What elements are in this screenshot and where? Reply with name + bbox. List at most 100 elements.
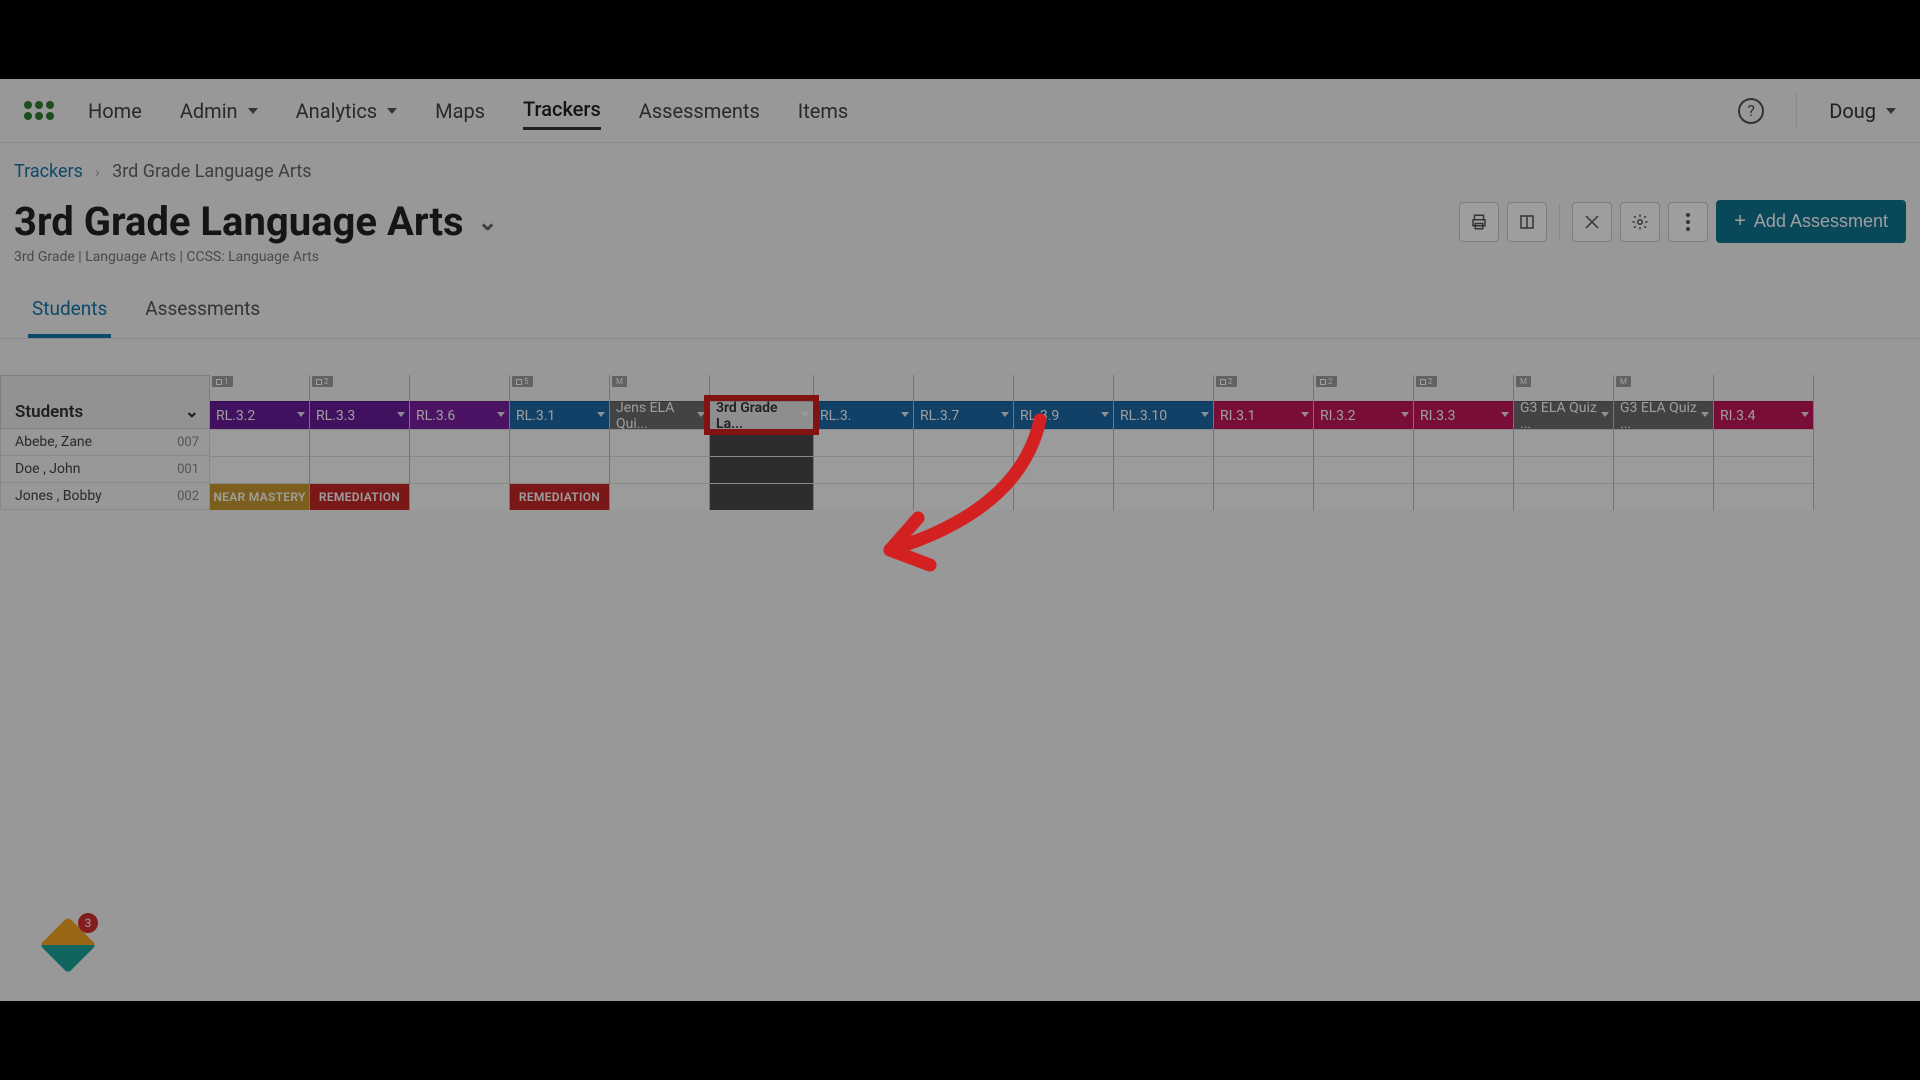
column-header[interactable]: G3 ELA Quiz ... bbox=[1614, 401, 1713, 429]
grid-cell[interactable] bbox=[1514, 456, 1613, 483]
grid-cell[interactable] bbox=[1714, 483, 1813, 510]
grid-cell[interactable] bbox=[310, 429, 409, 456]
column-header[interactable]: RL.3. bbox=[814, 401, 913, 429]
dropdown-icon bbox=[1301, 412, 1309, 417]
notifications-widget[interactable]: 3 bbox=[40, 915, 96, 971]
grid-cell[interactable] bbox=[710, 456, 813, 483]
grid-cell[interactable] bbox=[1714, 456, 1813, 483]
tab-assessments[interactable]: Assessments bbox=[141, 287, 264, 338]
grid-cell[interactable] bbox=[610, 429, 709, 456]
grid-cell[interactable] bbox=[1114, 483, 1213, 510]
grid-cell[interactable] bbox=[1314, 429, 1413, 456]
grid-cell[interactable] bbox=[814, 456, 913, 483]
students-header[interactable]: Students ⌄ bbox=[0, 375, 210, 429]
student-id: 007 bbox=[177, 435, 199, 450]
grid-cell[interactable] bbox=[1214, 483, 1313, 510]
nav-maps[interactable]: Maps bbox=[435, 93, 485, 129]
column-header[interactable]: Jens ELA Qui... bbox=[610, 401, 709, 429]
grid-cell[interactable] bbox=[210, 456, 309, 483]
plus-icon: + bbox=[1734, 210, 1746, 233]
grid-cell[interactable] bbox=[1614, 456, 1713, 483]
grid-cell[interactable] bbox=[1214, 456, 1313, 483]
column-label: RI.3.1 bbox=[1220, 408, 1256, 424]
student-name: Jones , Bobby bbox=[15, 488, 102, 504]
grid-cell[interactable] bbox=[1314, 483, 1413, 510]
grid-cell[interactable] bbox=[1214, 429, 1313, 456]
grid-cell[interactable] bbox=[1714, 429, 1813, 456]
grid-cell[interactable] bbox=[410, 429, 509, 456]
nav-items[interactable]: Items bbox=[798, 93, 848, 129]
grid-cell[interactable] bbox=[410, 483, 509, 510]
grid-cell[interactable] bbox=[814, 483, 913, 510]
column-header[interactable]: RL.3.2 bbox=[210, 401, 309, 429]
column-header[interactable]: RL.3.10 bbox=[1114, 401, 1213, 429]
student-row[interactable]: Jones , Bobby 002 bbox=[0, 483, 210, 510]
user-menu[interactable]: Doug bbox=[1829, 99, 1896, 123]
grid-cell[interactable] bbox=[710, 483, 813, 510]
column-header[interactable]: RI.3.1 bbox=[1214, 401, 1313, 429]
grid-cell[interactable] bbox=[814, 429, 913, 456]
student-row[interactable]: Abebe, Zane 007 bbox=[0, 429, 210, 456]
column-header[interactable]: RL.3.7 bbox=[914, 401, 1013, 429]
breadcrumb-root[interactable]: Trackers bbox=[14, 161, 83, 182]
grid-cell[interactable] bbox=[1014, 456, 1113, 483]
grid-cell[interactable] bbox=[510, 429, 609, 456]
count-badge: 5 bbox=[512, 376, 533, 387]
page-title[interactable]: 3rd Grade Language Arts ⌄ bbox=[14, 198, 498, 245]
grid-cell[interactable] bbox=[210, 429, 309, 456]
column-header[interactable]: RI.3.4 bbox=[1714, 401, 1813, 429]
column-label: G3 ELA Quiz ... bbox=[1520, 400, 1607, 432]
tools-icon[interactable] bbox=[1572, 202, 1612, 242]
grid-cell[interactable] bbox=[914, 483, 1013, 510]
nav-analytics[interactable]: Analytics bbox=[296, 93, 398, 129]
grid-cell[interactable] bbox=[1314, 456, 1413, 483]
column-label: RI.3.2 bbox=[1320, 408, 1356, 424]
grid-cell[interactable] bbox=[610, 483, 709, 510]
grid-cell[interactable] bbox=[914, 429, 1013, 456]
column-header[interactable]: RL.3.6 bbox=[410, 401, 509, 429]
grid-cell[interactable] bbox=[1114, 429, 1213, 456]
grid-cell[interactable] bbox=[914, 456, 1013, 483]
grid-cell[interactable] bbox=[1114, 456, 1213, 483]
grid-cell[interactable]: REMEDIATION bbox=[310, 483, 409, 510]
nav-trackers[interactable]: Trackers bbox=[523, 91, 601, 130]
column-header[interactable]: RL.3.9 bbox=[1014, 401, 1113, 429]
logo-icon[interactable] bbox=[24, 99, 60, 123]
add-assessment-button[interactable]: + Add Assessment bbox=[1716, 200, 1906, 243]
standard-column: 3rd Grade La... bbox=[710, 375, 814, 510]
student-row[interactable]: Doe , John 001 bbox=[0, 456, 210, 483]
grid-cell[interactable] bbox=[610, 456, 709, 483]
columns-icon[interactable] bbox=[1507, 202, 1547, 242]
grid-cell[interactable] bbox=[1014, 483, 1113, 510]
grid-cell[interactable] bbox=[1414, 429, 1513, 456]
grid-cell[interactable] bbox=[410, 456, 509, 483]
column-header[interactable]: RL.3.1 bbox=[510, 401, 609, 429]
gear-icon[interactable] bbox=[1620, 202, 1660, 242]
grid-cell[interactable] bbox=[1414, 456, 1513, 483]
grid-cell[interactable] bbox=[1014, 429, 1113, 456]
highlight-box bbox=[704, 395, 819, 435]
nav-assessments[interactable]: Assessments bbox=[639, 93, 760, 129]
grid-cell[interactable] bbox=[310, 456, 409, 483]
column-header[interactable]: RI.3.3 bbox=[1414, 401, 1513, 429]
column-header[interactable]: RL.3.3 bbox=[310, 401, 409, 429]
tab-students[interactable]: Students bbox=[28, 287, 111, 338]
print-icon[interactable] bbox=[1459, 202, 1499, 242]
grid-cell[interactable] bbox=[1414, 483, 1513, 510]
grid-cell[interactable]: NEAR MASTERY bbox=[210, 483, 309, 510]
nav-home[interactable]: Home bbox=[88, 93, 142, 129]
more-icon[interactable] bbox=[1668, 202, 1708, 242]
dropdown-icon bbox=[297, 412, 305, 417]
column-badge-row bbox=[1014, 375, 1113, 387]
grid-cell[interactable]: REMEDIATION bbox=[510, 483, 609, 510]
grid-cell[interactable] bbox=[1614, 483, 1713, 510]
grid-cell[interactable] bbox=[510, 456, 609, 483]
column-header[interactable]: RI.3.2 bbox=[1314, 401, 1413, 429]
grid-cell[interactable] bbox=[1614, 429, 1713, 456]
nav-admin[interactable]: Admin bbox=[180, 93, 258, 129]
top-nav: Home Admin Analytics Maps Trackers Asses… bbox=[0, 79, 1920, 143]
column-header[interactable]: G3 ELA Quiz ... bbox=[1514, 401, 1613, 429]
grid-cell[interactable] bbox=[1514, 429, 1613, 456]
grid-cell[interactable] bbox=[1514, 483, 1613, 510]
help-icon[interactable]: ? bbox=[1738, 98, 1764, 124]
